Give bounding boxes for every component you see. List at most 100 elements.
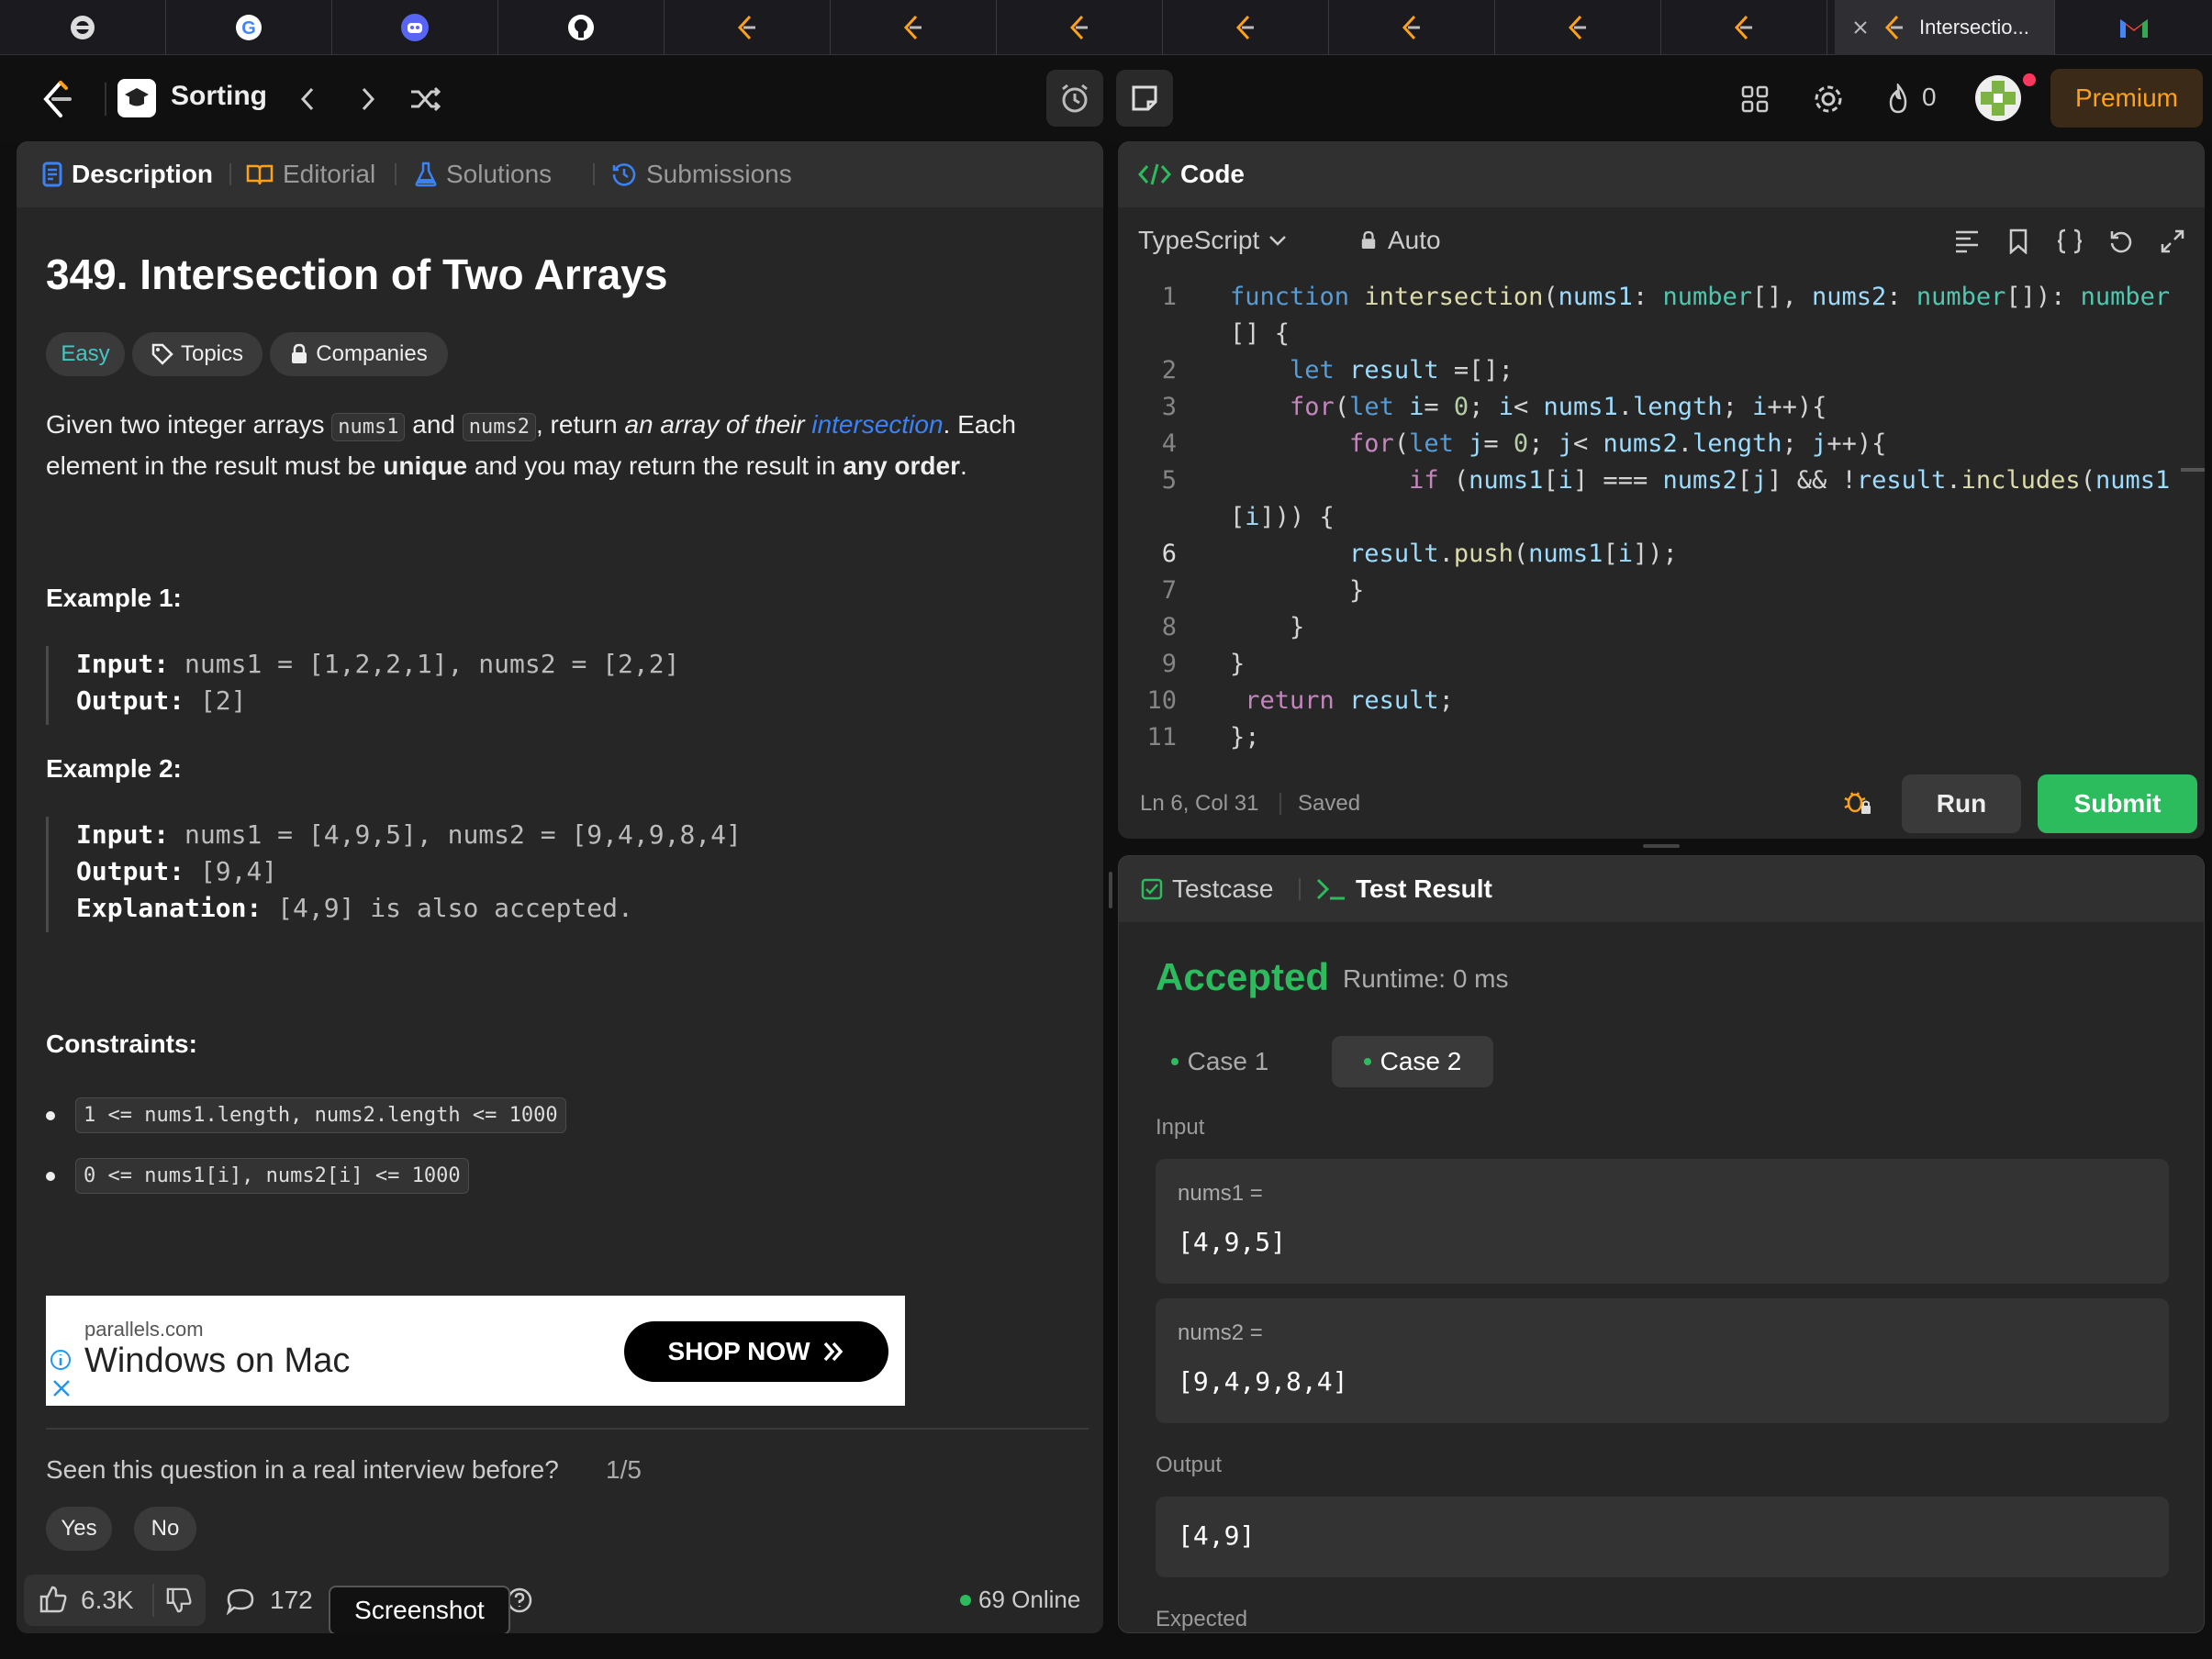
explanation-label: Explanation: [76,893,263,923]
yes-button[interactable]: Yes [46,1507,112,1551]
comment-icon[interactable] [226,1587,255,1615]
line-number: 1 [1161,283,1177,311]
study-plan-icon[interactable] [117,79,156,117]
line-number: 5 [1161,466,1177,495]
ad-info-icon[interactable] [50,1349,72,1371]
runtime: Runtime: 0 ms [1343,964,1509,993]
desc-bold: any order [843,451,960,480]
braces-icon[interactable] [2054,226,2085,257]
code-line: } [1230,613,1305,641]
auto-mode-label: Auto [1388,226,1441,254]
tab-solutions-label: Solutions [446,160,553,188]
language-select[interactable]: TypeScript [1138,218,1287,262]
tab-solutions[interactable]: Solutions [415,141,552,207]
help-icon[interactable] [507,1587,532,1613]
code-line: let result =[]; [1290,356,1514,384]
chevron-right-icon[interactable] [349,81,385,117]
line-number: 2 [1161,356,1177,384]
tab-test-result-label: Test Result [1356,874,1492,903]
browser-tab-github[interactable] [498,0,665,55]
desc-bold: unique [383,451,468,480]
shuffle-icon[interactable] [408,81,444,117]
reset-icon[interactable] [2106,226,2137,257]
close-tab-icon[interactable] [1851,18,1870,37]
grid-icon[interactable] [1737,81,1773,117]
description-panel: Description Editorial Solutions Submissi… [17,141,1103,1633]
tab-testcase[interactable]: Testcase [1141,856,1274,922]
browser-favicon-icon [69,14,96,41]
format-icon[interactable] [1951,226,1983,257]
browser-tab-leetcode-2[interactable] [831,0,997,55]
google-icon: G [234,13,263,42]
browser-tab-google[interactable]: G [166,0,332,55]
auto-mode-toggle[interactable]: Auto [1360,218,1441,262]
topics-button[interactable]: Topics [132,332,263,376]
tab-editorial[interactable]: Editorial [246,141,375,207]
divider [46,1428,1089,1430]
bullet [46,1172,55,1181]
browser-tab-leetcode-1[interactable] [665,0,831,55]
pass-dot [1363,1058,1371,1065]
problem-list-title[interactable]: Sorting [171,81,267,112]
avatar[interactable] [1975,75,2021,121]
tag-icon [151,343,173,365]
expand-icon[interactable] [2157,226,2188,257]
divider [152,1584,154,1617]
ad-close-icon[interactable] [51,1378,72,1398]
document-icon [42,161,62,187]
submit-button[interactable]: Submit [2038,774,2197,833]
no-button[interactable]: No [134,1507,196,1551]
fire-icon[interactable] [1882,81,1915,117]
companies-button[interactable]: Companies [270,332,448,376]
output-value: [4,9] [1178,1520,1256,1551]
resize-handle[interactable] [1643,844,1680,848]
param-box: nums1 = [4,9,5] [1156,1159,2169,1284]
inline-code: nums1 [331,413,406,441]
case-2-tab[interactable]: Case 2 [1332,1036,1493,1087]
tab-submissions[interactable]: Submissions [611,141,792,207]
browser-tab-leetcode-6[interactable] [1495,0,1661,55]
inline-code: nums2 [462,413,536,441]
tab-testcase-label: Testcase [1172,874,1274,903]
leetcode-logo-icon[interactable] [37,79,77,119]
resize-handle[interactable] [1109,872,1112,908]
input-label: Input [1156,1115,1205,1140]
save-status: Saved [1298,791,1361,816]
output-label: Output [1156,1453,1223,1477]
case-1-tab[interactable]: Case 1 [1156,1036,1284,1087]
code-line: for(let i= 0; i< nums1.length; i++){ [1290,393,1827,421]
browser-tab-leetcode-3[interactable] [997,0,1163,55]
tab-code[interactable]: Code [1138,141,1245,207]
alarm-icon[interactable] [1046,70,1103,127]
expected-label: Expected [1156,1607,1248,1631]
note-icon[interactable] [1116,70,1173,127]
example-1-title: Example 1: [46,584,182,612]
tab-test-result[interactable]: Test Result [1315,856,1492,922]
browser-tab-gmail[interactable] [2056,0,2212,55]
ad-banner[interactable]: parallels.com Windows on Mac SHOP NOW [46,1296,905,1406]
output-value: [2] [184,685,247,716]
shop-now-button[interactable]: SHOP NOW [624,1321,888,1382]
run-button[interactable]: Run [1902,774,2021,833]
browser-tab-active[interactable]: Intersectio... [1835,0,2055,55]
bookmark-icon[interactable] [2003,226,2034,257]
debug-icon[interactable] [1839,784,1876,820]
premium-button[interactable]: Premium [2050,69,2203,128]
browser-tab-1[interactable] [0,0,166,55]
code-line: [] { [1230,319,1290,348]
browser-tab-discord[interactable] [332,0,498,55]
browser-tab-leetcode-4[interactable] [1163,0,1329,55]
line-number: 4 [1161,429,1177,458]
browser-tab-leetcode-5[interactable] [1329,0,1495,55]
tab-description[interactable]: Description [42,141,213,207]
result-status: Accepted [1156,955,1330,998]
code-line: return result; [1245,686,1454,715]
chevron-left-icon[interactable] [290,81,327,117]
thumbs-up-icon[interactable] [39,1586,68,1613]
scrollbar-thumb[interactable] [2181,468,2205,472]
browser-tab-leetcode-7[interactable] [1661,0,1827,55]
app-topbar: Sorting 0 Premium [0,55,2212,141]
thumbs-down-icon[interactable] [165,1587,193,1613]
intersection-link[interactable]: intersection [811,410,943,439]
gear-icon[interactable] [1810,81,1847,117]
